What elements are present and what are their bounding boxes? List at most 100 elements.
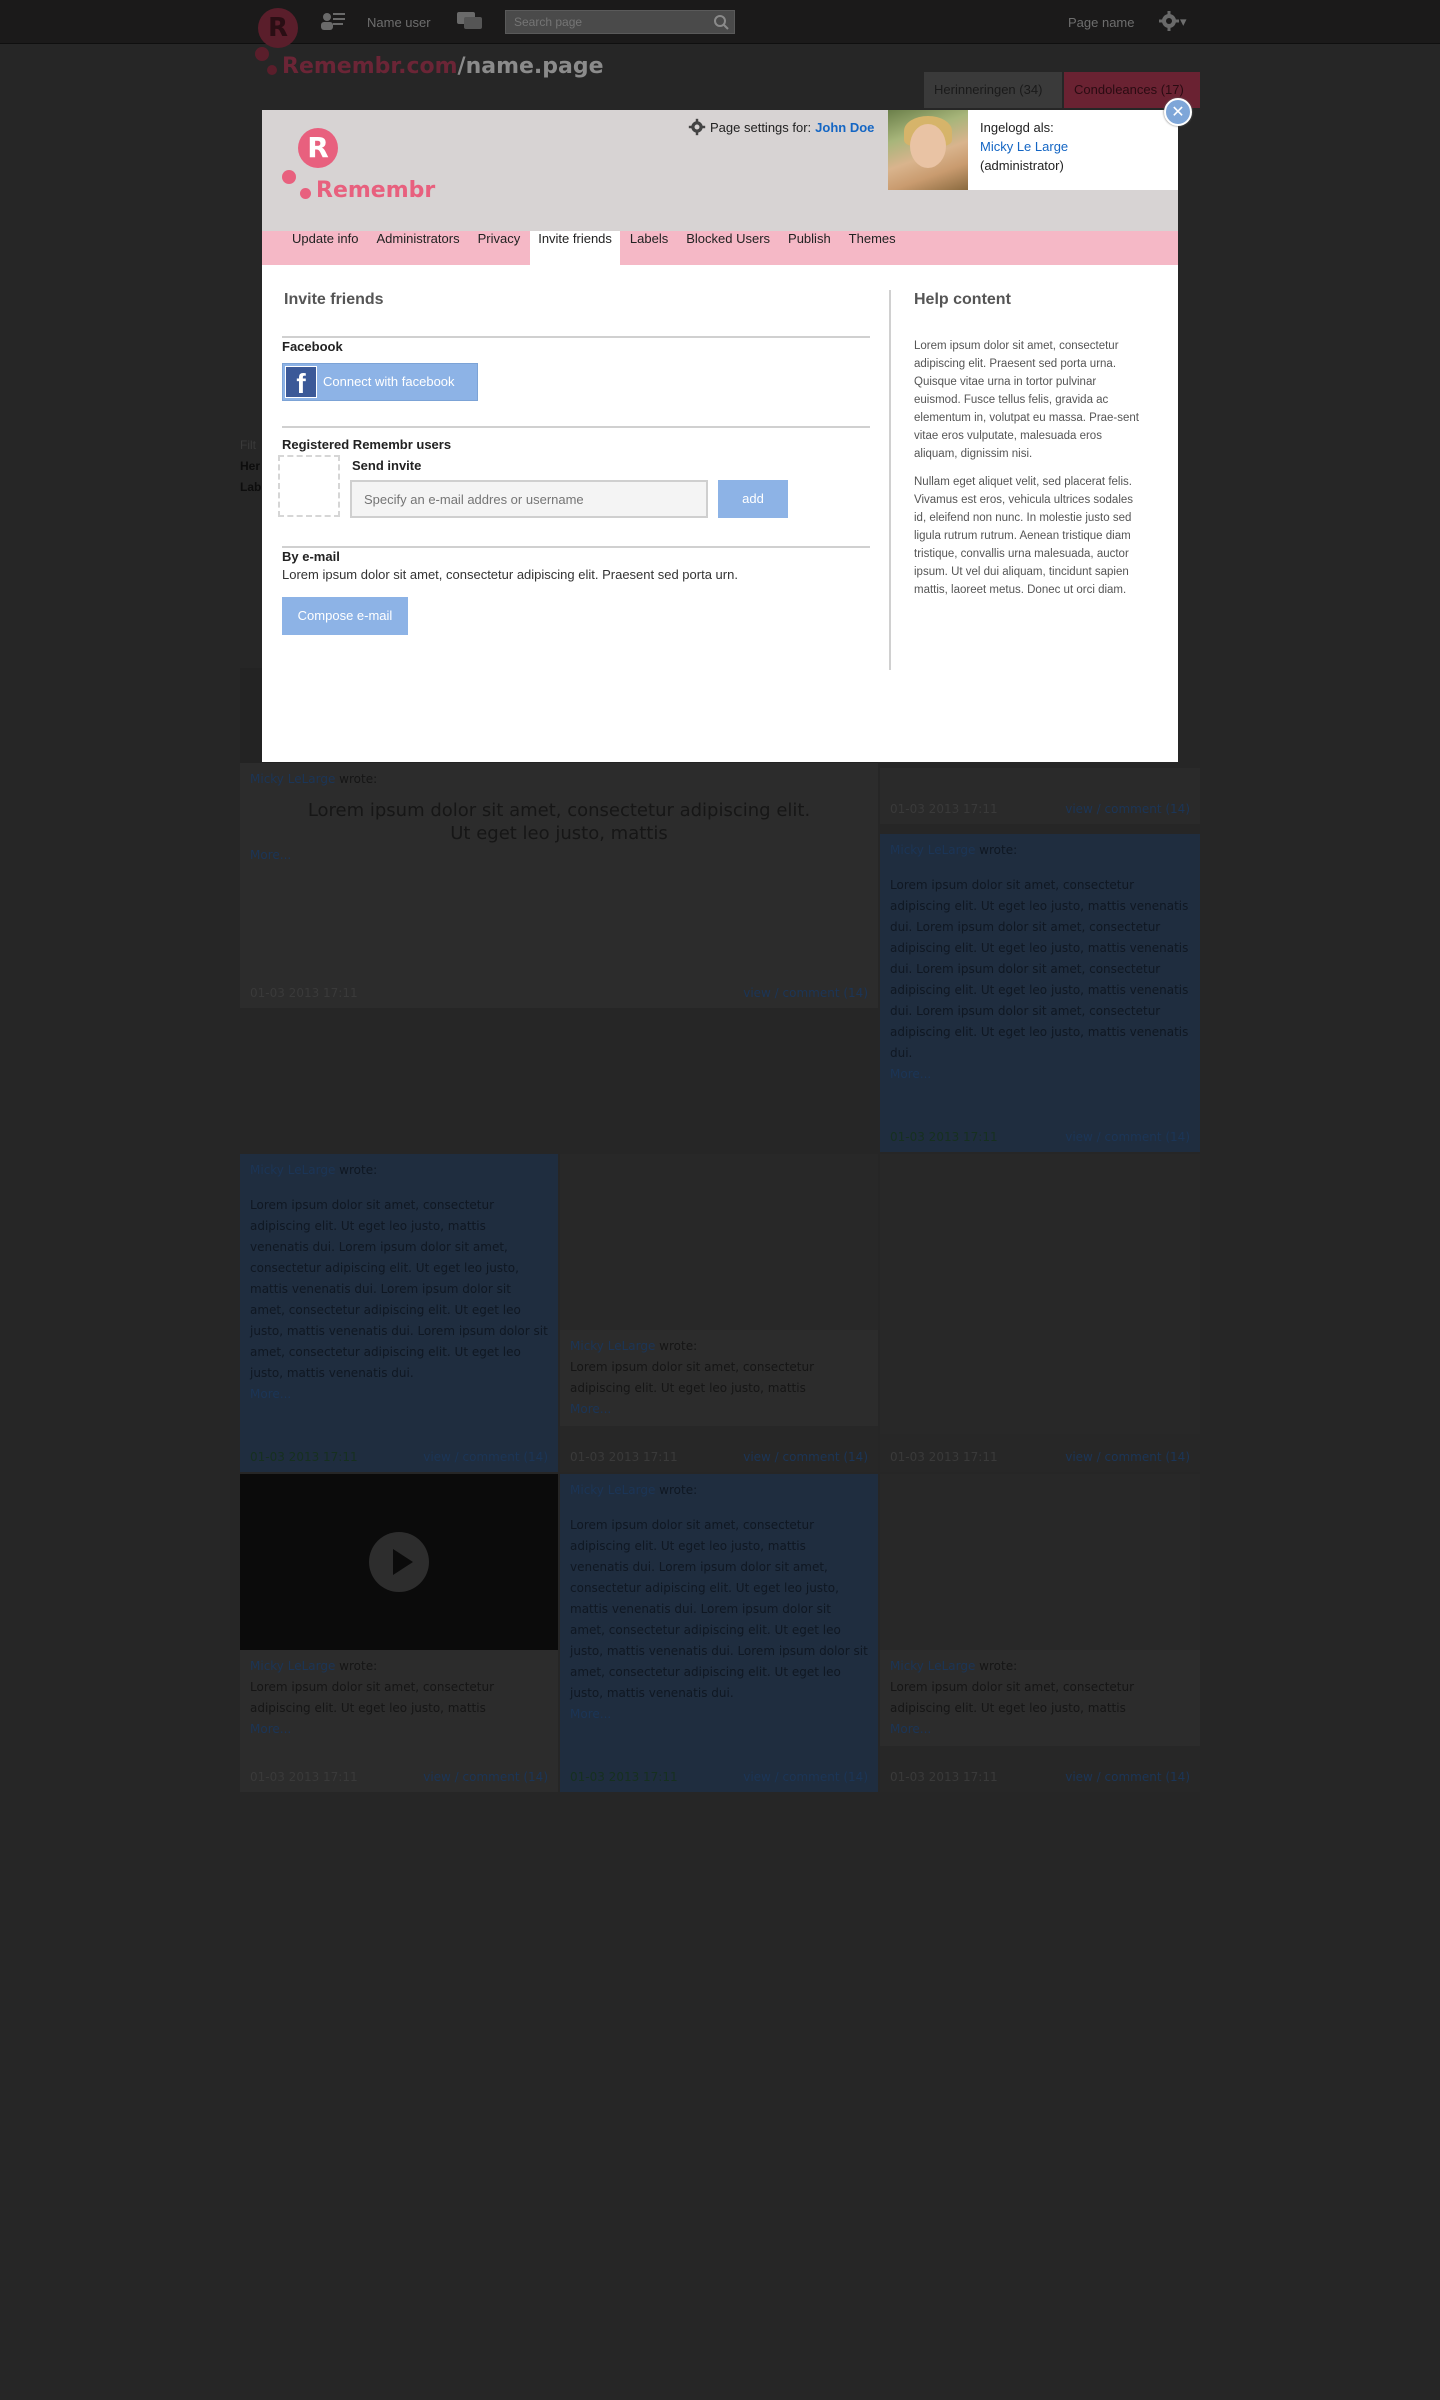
more-link[interactable]: More... [250,1384,548,1405]
view-comment-link[interactable]: view / comment (14) [1065,1130,1190,1144]
feed-card[interactable]: Micky LeLarge wrote: Lorem ipsum dolor s… [880,834,1200,1152]
feed-card[interactable]: 01-03 2013 17:11 view / comment (14) [880,768,1200,824]
add-button[interactable]: add [718,480,788,518]
users-link[interactable]: Name user [367,15,431,30]
wrote-label: wrote: [659,1483,698,1497]
author-link[interactable]: Micky LeLarge [890,1659,975,1673]
card-meta: 01-03 2013 17:11 view / comment (14) [890,1130,1190,1144]
avatar-face [910,124,946,168]
search-box[interactable] [505,10,735,34]
card-text: Lorem ipsum dolor sit amet, consectetur … [250,1198,548,1380]
site-separator: / [457,54,466,79]
feed-card[interactable]: Micky LeLarge wrote: Lorem ipsum dolor s… [240,763,878,1008]
card-image[interactable] [880,1474,1200,1650]
card-meta: 01-03 2013 17:11 view / comment (14) [890,1450,1190,1464]
email-section-label: By e-mail [282,549,340,564]
more-link[interactable]: More... [570,1399,868,1420]
tab-labels[interactable]: Labels [622,231,676,265]
logo-wordmark: Remembr [316,178,436,203]
view-comment-link[interactable]: view / comment (14) [743,1770,868,1784]
search-icon[interactable] [712,13,730,31]
quote-line: Lorem ipsum dolor sit amet, consectetur … [307,800,811,821]
site-brand: Remembr.com [282,54,458,79]
author-link[interactable]: Micky LeLarge [250,1163,335,1177]
card-date: 01-03 2013 17:11 [250,986,358,1000]
video-thumbnail[interactable] [240,1474,558,1650]
chevron-down-icon[interactable]: ▾ [1180,14,1187,30]
compose-email-button[interactable]: Compose e-mail [282,597,408,635]
feed-card[interactable]: Micky LeLarge wrote: Lorem ipsum dolor s… [240,1154,558,1472]
invite-email-input[interactable] [350,480,708,518]
author-link[interactable]: Micky LeLarge [890,843,975,857]
author-link[interactable]: Micky LeLarge [250,772,335,786]
card-image[interactable] [560,1154,878,1330]
user-avatar-placeholder [278,455,340,517]
card-meta: 01-03 2013 17:11 view / comment (14) [890,1770,1190,1784]
close-icon[interactable]: ✕ [1164,98,1192,126]
tab-blocked-users[interactable]: Blocked Users [678,231,778,265]
card-text: Lorem ipsum dolor sit amet, consectetur … [890,878,1189,1060]
quote-line: Ut eget leo justo, mattis [450,822,668,844]
more-link[interactable]: More... [250,845,868,866]
author-link[interactable]: Micky LeLarge [250,1659,335,1673]
more-link[interactable]: More... [890,1719,1190,1740]
view-comment-link[interactable]: view / comment (14) [1065,1450,1190,1464]
feed-card[interactable]: 01-03 2013 17:11 view / comment (14) [880,1154,1200,1472]
card-date: 01-03 2013 17:11 [890,1770,998,1784]
search-input[interactable] [506,11,706,33]
feed-card[interactable]: Micky LeLarge wrote: Lorem ipsum dolor s… [240,1474,558,1792]
feed-card[interactable]: Micky LeLarge wrote: Lorem ipsum dolor s… [560,1474,878,1792]
user-info: Ingelogd als: Micky Le Large (administra… [980,118,1068,175]
wrote-label: wrote: [339,1659,378,1673]
feed-card[interactable]: Micky LeLarge wrote: Lorem ipsum dolor s… [880,1474,1200,1792]
play-icon[interactable] [369,1532,429,1592]
feed-card[interactable]: Micky LeLarge wrote: Lorem ipsum dolor s… [560,1154,878,1472]
card-meta: 01-03 2013 17:11 view / comment (14) [250,1450,548,1464]
tab-update-info[interactable]: Update info [284,231,367,265]
logo-r-icon[interactable]: R [258,8,298,48]
divider [282,546,870,548]
card-meta: 01-03 2013 17:11 view / comment (14) [250,986,868,1000]
view-comment-link[interactable]: view / comment (14) [743,986,868,1000]
view-comment-link[interactable]: view / comment (14) [1065,1770,1190,1784]
gear-icon[interactable] [1158,10,1180,32]
page-settings-text: Page settings for: [710,119,812,135]
view-comment-link[interactable]: view / comment (14) [423,1770,548,1784]
page-owner-link[interactable]: John Doe [815,120,874,135]
card-caption: Micky LeLarge wrote: Lorem ipsum dolor s… [560,1474,878,1731]
author-link[interactable]: Micky LeLarge [570,1339,655,1353]
user-name-link[interactable]: Micky Le Large [980,137,1068,156]
view-comment-link[interactable]: view / comment (14) [1065,802,1190,816]
more-link[interactable]: More... [570,1704,868,1725]
card-date: 01-03 2013 17:11 [570,1770,678,1784]
more-link[interactable]: More... [250,1719,548,1740]
wrote-label: wrote: [339,772,378,786]
users-icon[interactable] [318,10,346,32]
card-meta: 01-03 2013 17:11 view / comment (14) [890,802,1190,816]
card-date: 01-03 2013 17:11 [890,1450,998,1464]
tab-invite-friends[interactable]: Invite friends [530,231,620,265]
view-comment-link[interactable]: view / comment (14) [743,1450,868,1464]
tab-administrators[interactable]: Administrators [369,231,468,265]
site-title[interactable]: Remembr.com/name.page [282,54,604,79]
invite-panel: Invite friends Facebook f Connect with f… [278,265,874,705]
connect-facebook-button[interactable]: f Connect with facebook [282,363,478,401]
card-image[interactable] [880,1154,1200,1434]
author-link[interactable]: Micky LeLarge [570,1483,655,1497]
settings-tabs: Update info Administrators Privacy Invit… [262,231,1178,265]
card-meta: 01-03 2013 17:11 view / comment (14) [570,1770,868,1784]
tab-privacy[interactable]: Privacy [470,231,529,265]
more-link[interactable]: More... [890,1064,1190,1085]
logo-dot [300,188,311,199]
chat-icon[interactable] [456,10,484,32]
card-text: Lorem ipsum dolor sit amet, consectetur … [250,1680,495,1715]
tab-publish[interactable]: Publish [780,231,839,265]
send-invite-label: Send invite [352,458,422,473]
facebook-section-label: Facebook [282,339,343,354]
view-comment-link[interactable]: view / comment (14) [423,1450,548,1464]
page-name-link[interactable]: Page name [1068,15,1135,30]
avatar[interactable] [888,110,968,190]
wrote-label: wrote: [339,1163,378,1177]
tab-memories[interactable]: Herinneringen (34) [924,72,1062,108]
tab-themes[interactable]: Themes [841,231,904,265]
